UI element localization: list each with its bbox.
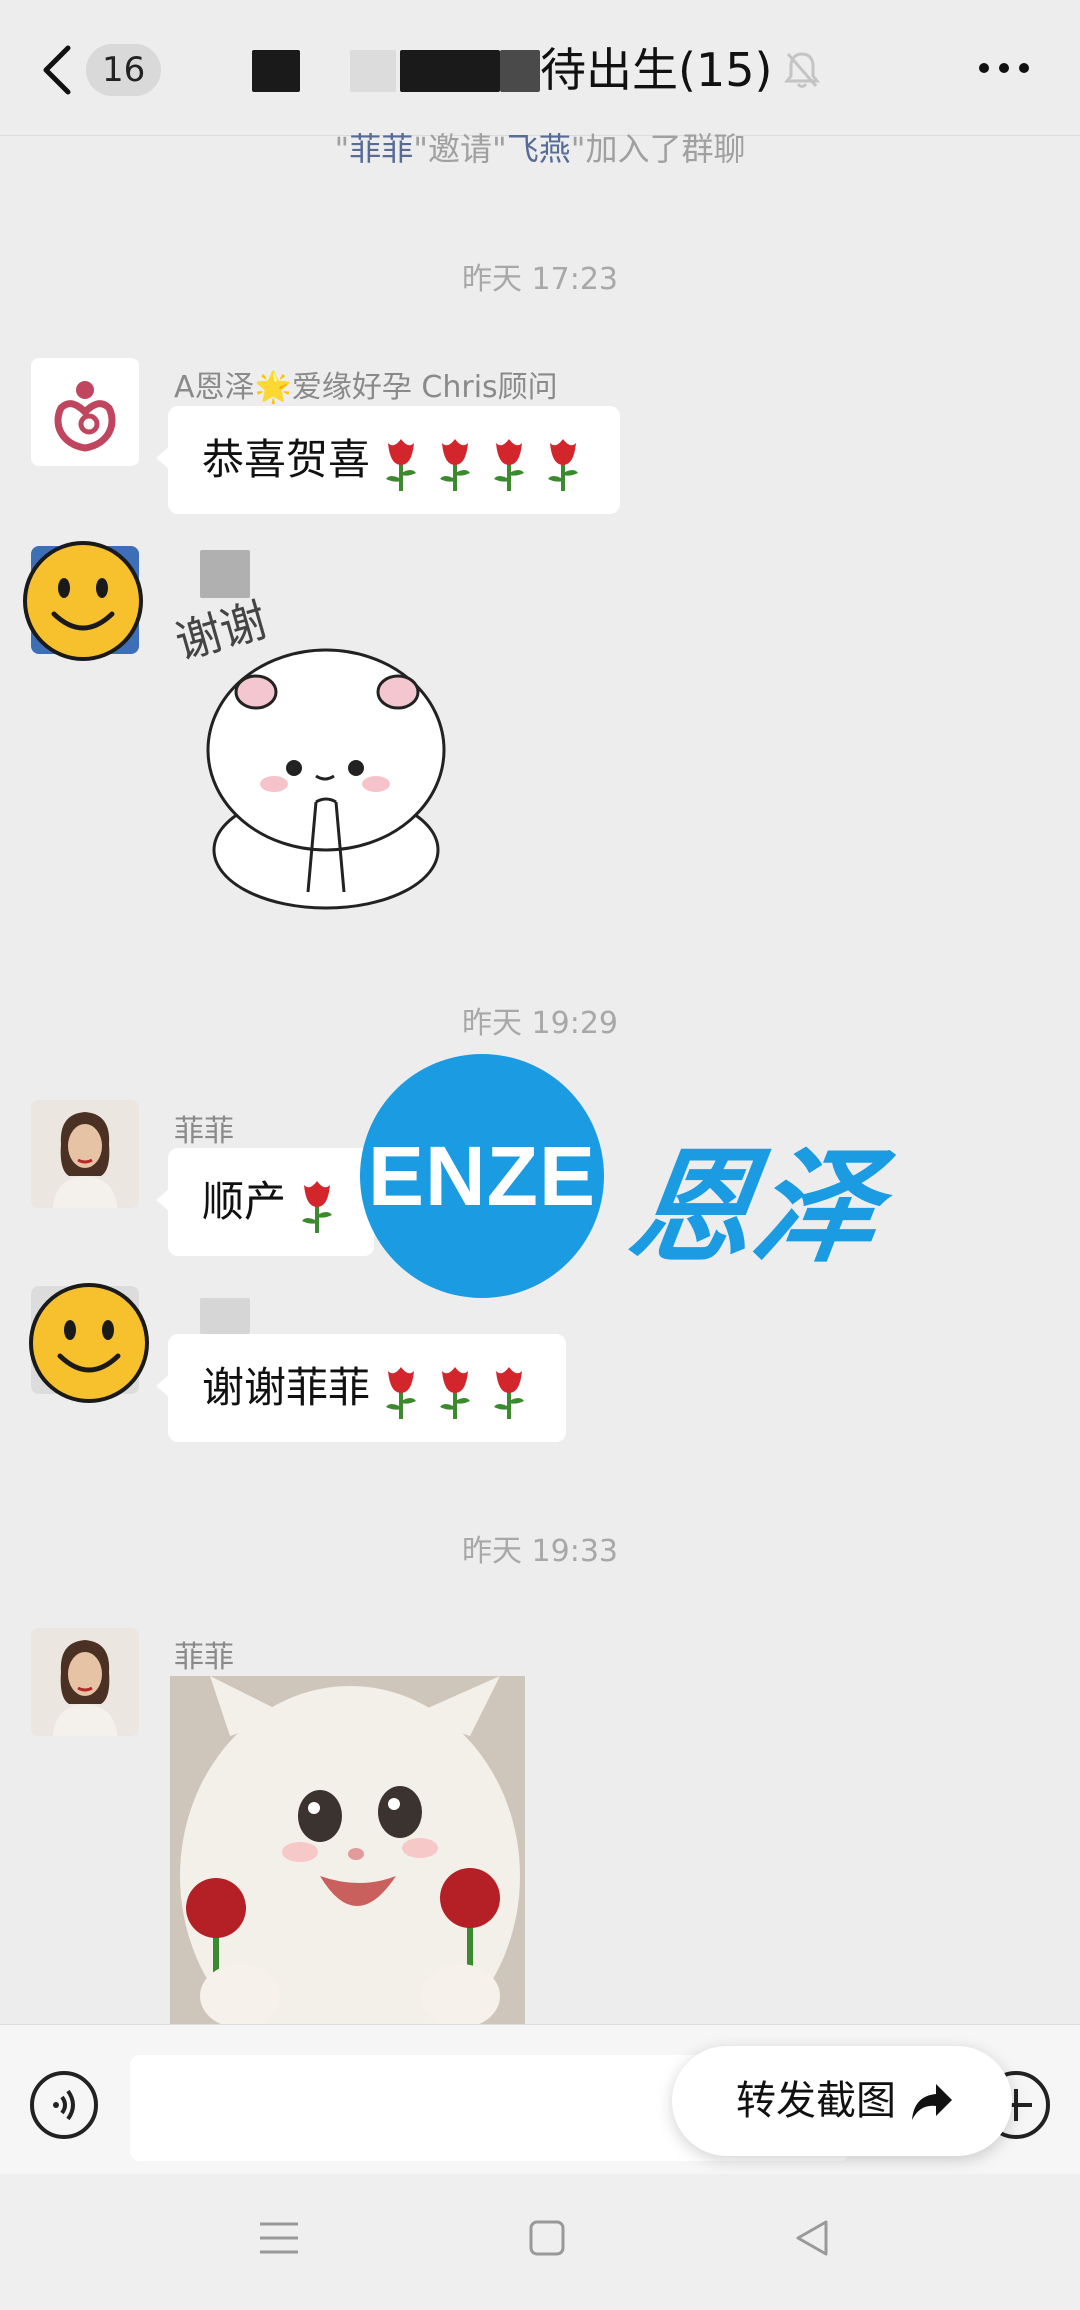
redacted-title-block [350,50,396,92]
back-icon[interactable] [38,42,78,98]
unread-count-badge[interactable]: 16 [86,44,162,96]
notice-action: 邀请 [427,130,492,168]
nav-menu-icon[interactable] [258,2218,300,2258]
sender-name: A恩泽🌟爱缘好孕 Chris顾问 [174,370,558,405]
profile-photo [31,1628,139,1736]
timestamp: 昨天 17:23 [462,262,618,297]
forward-arrow-icon [912,2084,952,2120]
cat-sticker-image[interactable] [170,1676,525,2026]
redacted-title-block [500,50,540,92]
message-bubble[interactable]: 谢谢菲菲 [155,1334,567,1442]
group-title: 待出生(15) [540,43,773,97]
sender-name: 菲菲 [174,1114,234,1149]
smiley-icon [23,541,143,661]
watermark-text: 恩泽 [620,1135,889,1280]
more-icon[interactable] [976,56,1032,80]
avatar[interactable] [31,358,139,466]
voice-icon[interactable] [28,2069,100,2141]
nav-back-icon[interactable] [794,2218,830,2258]
forward-screenshot-button[interactable]: 转发截图 [672,2046,1012,2156]
chat-header: 16 待出生(15) [0,0,1080,136]
nav-home-icon[interactable] [528,2218,566,2258]
message-text: 顺产 [202,1177,287,1226]
rose-icon [432,1361,478,1421]
timestamp: 昨天 19:29 [462,1006,618,1041]
message-bubble[interactable]: 顺产 [155,1148,375,1256]
avatar[interactable] [31,1100,139,1208]
hamster-sticker-image[interactable] [176,600,476,910]
rose-icon [378,1361,424,1421]
clinic-logo-icon [31,358,139,466]
message-text: 恭喜贺喜 [202,435,371,484]
watermark-logo: ENZE [360,1054,604,1298]
notice-suffix: 加入了群聊 [585,130,746,168]
sender-name: 菲菲 [174,1640,234,1675]
invitee-name[interactable]: 飞燕 [507,130,571,168]
avatar[interactable] [31,1628,139,1736]
rose-icon [378,433,424,493]
rose-icon [294,1175,340,1235]
rose-icon [432,433,478,493]
system-nav-bar [0,2174,1080,2310]
rose-icon [486,433,532,493]
timestamp: 昨天 19:33 [462,1534,618,1569]
system-notice: "菲菲"邀请"飞燕"加入了群聊 [334,130,746,168]
message-text: 谢谢菲菲 [202,1363,371,1412]
rose-icon [486,1361,532,1421]
forward-label: 转发截图 [736,2078,896,2124]
redacted-sender-name [200,1298,250,1334]
profile-photo [31,1100,139,1208]
redacted-title-block [400,50,500,92]
rose-icon [540,433,586,493]
inviter-name[interactable]: 菲菲 [349,130,413,168]
mute-bell-icon [784,52,820,88]
message-bubble[interactable]: 恭喜贺喜 [155,406,621,514]
smiley-icon [29,1283,149,1403]
redacted-title-block [252,50,300,92]
